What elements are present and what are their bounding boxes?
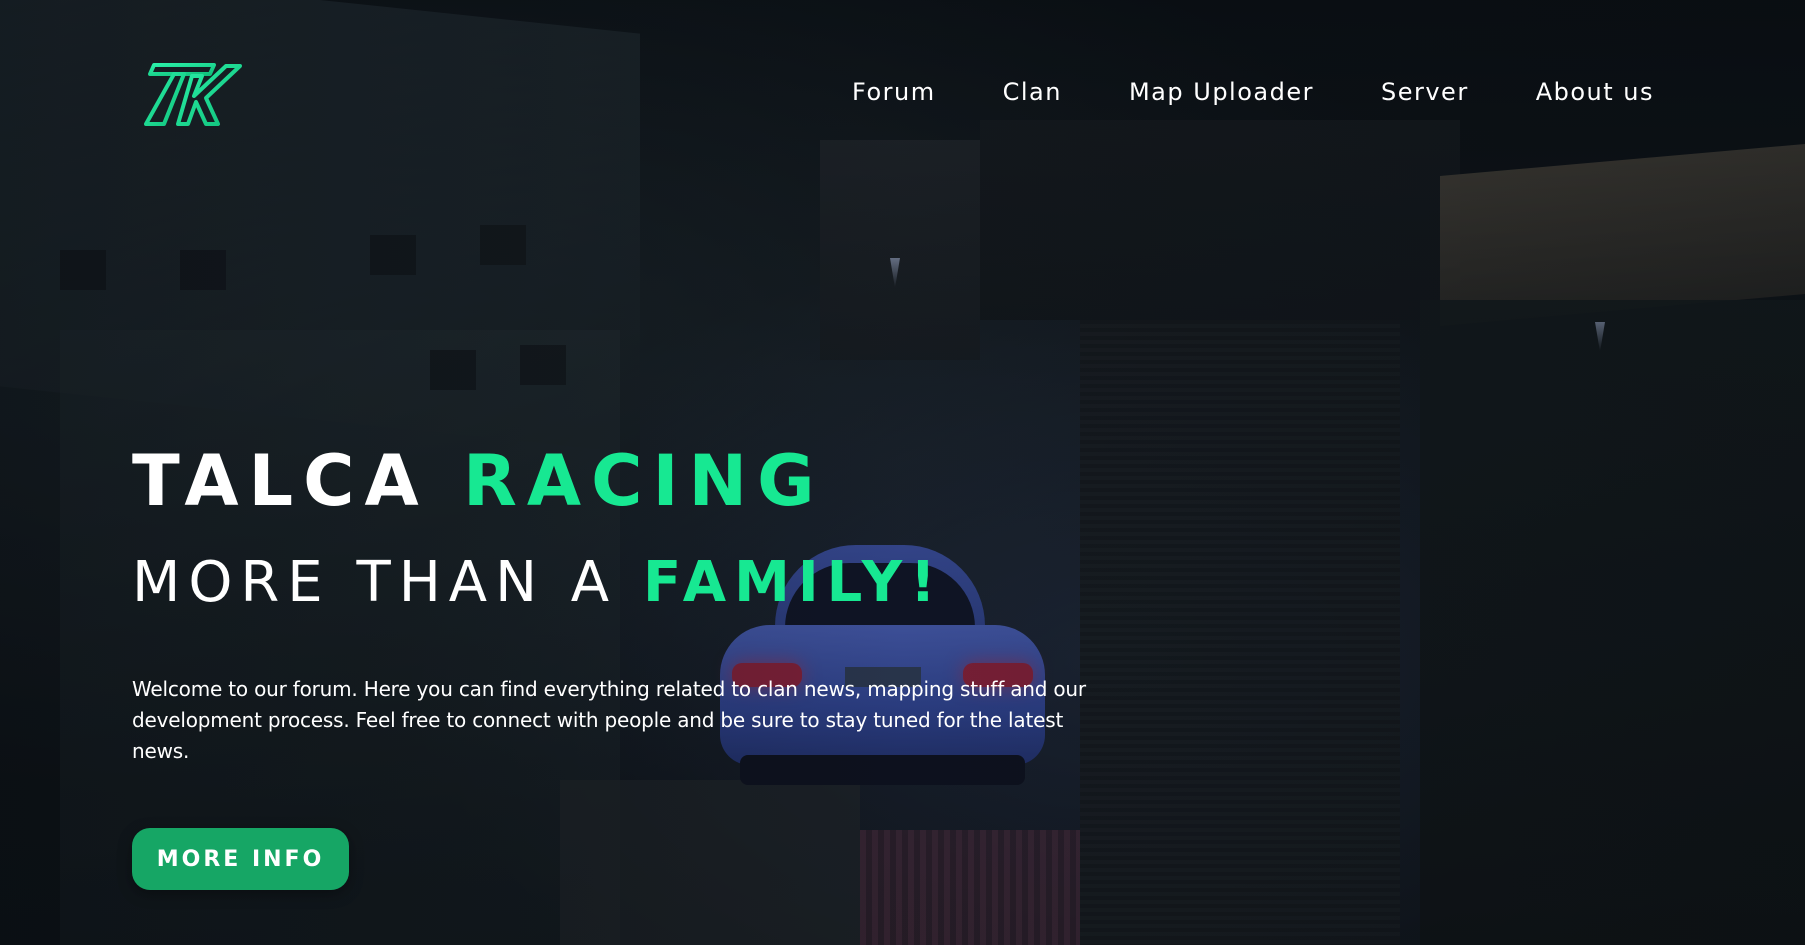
hero-subtitle-white: MORE THAN A (132, 550, 618, 615)
nav-item-clan[interactable]: Clan (1003, 78, 1062, 106)
hero-title: TALCA RACING (132, 446, 825, 516)
more-info-button[interactable]: MORE INFO (132, 828, 349, 890)
hero-section: Forum Clan Map Uploader Server About us … (0, 0, 1805, 945)
hero-subtitle: MORE THAN A FAMILY! (132, 555, 944, 611)
hero-subtitle-accent: FAMILY! (642, 550, 944, 615)
nav-item-map-uploader[interactable]: Map Uploader (1129, 78, 1314, 106)
nav-item-about-us[interactable]: About us (1536, 78, 1654, 106)
talca-racing-logo-icon[interactable] (144, 62, 244, 128)
nav-item-server[interactable]: Server (1381, 78, 1469, 106)
hero-description: Welcome to our forum. Here you can find … (132, 677, 1086, 763)
hero-title-white: TALCA (132, 440, 429, 522)
main-nav: Forum Clan Map Uploader Server About us (852, 78, 1654, 106)
nav-item-forum[interactable]: Forum (852, 78, 936, 106)
hero-title-accent: RACING (463, 440, 825, 522)
